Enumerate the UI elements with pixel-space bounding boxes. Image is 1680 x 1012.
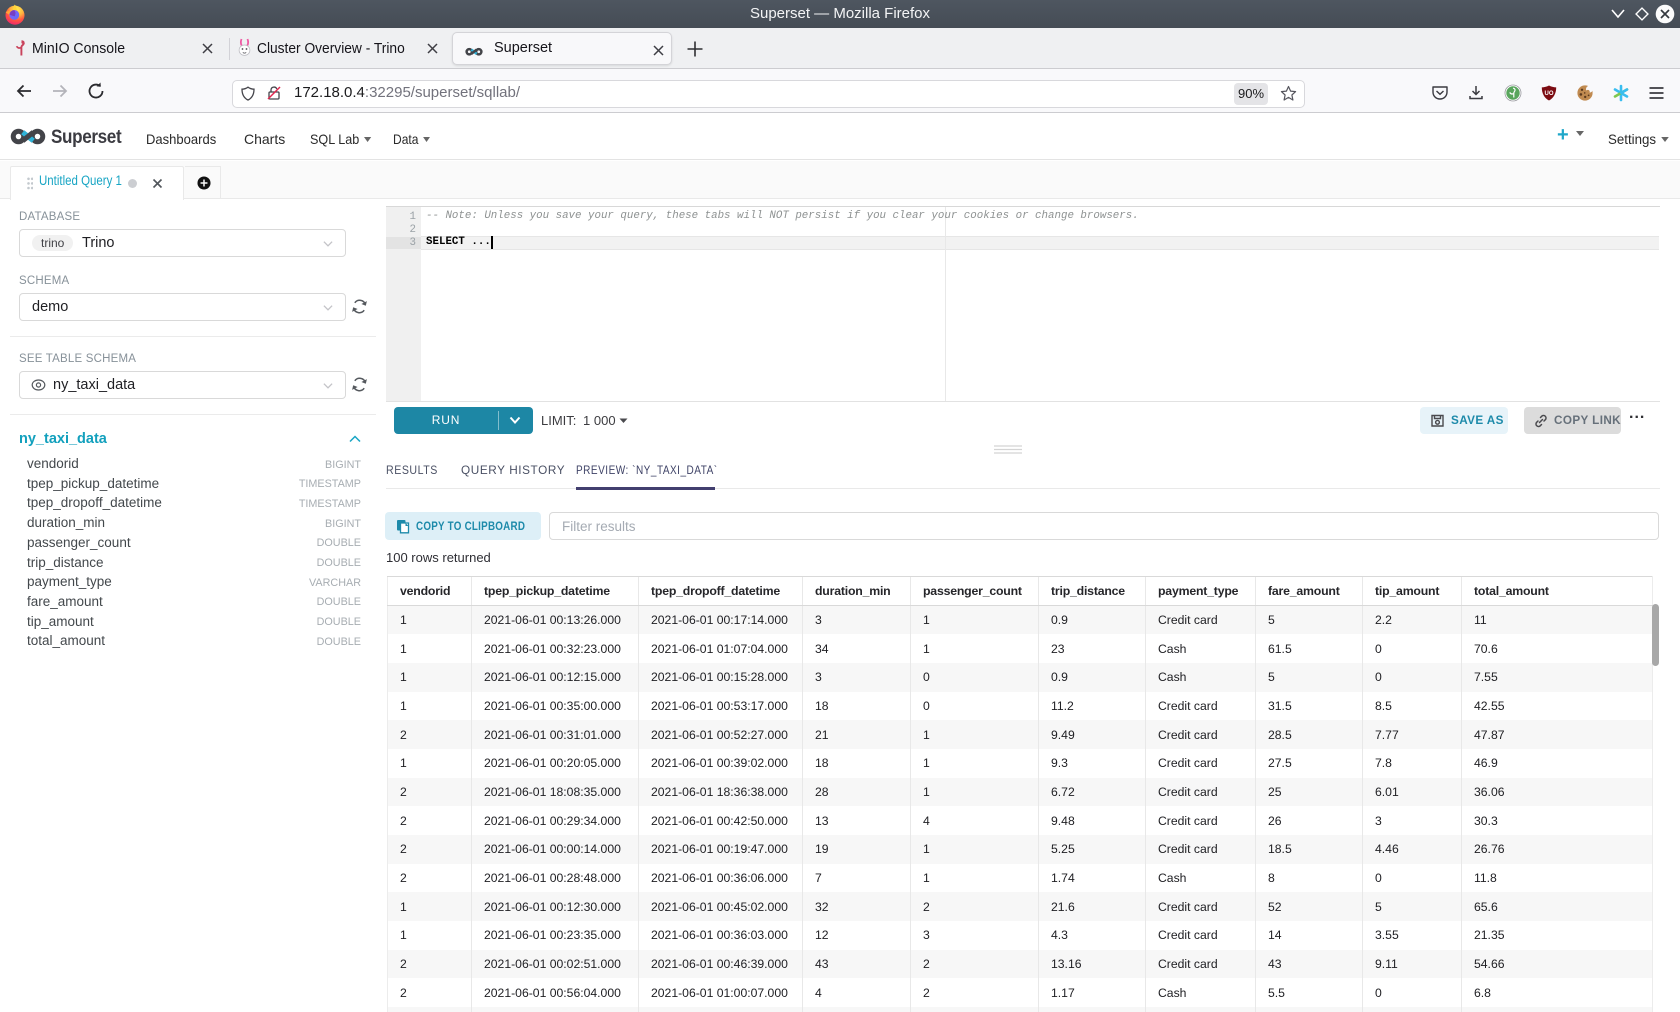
svg-text:UO: UO <box>1545 91 1554 97</box>
